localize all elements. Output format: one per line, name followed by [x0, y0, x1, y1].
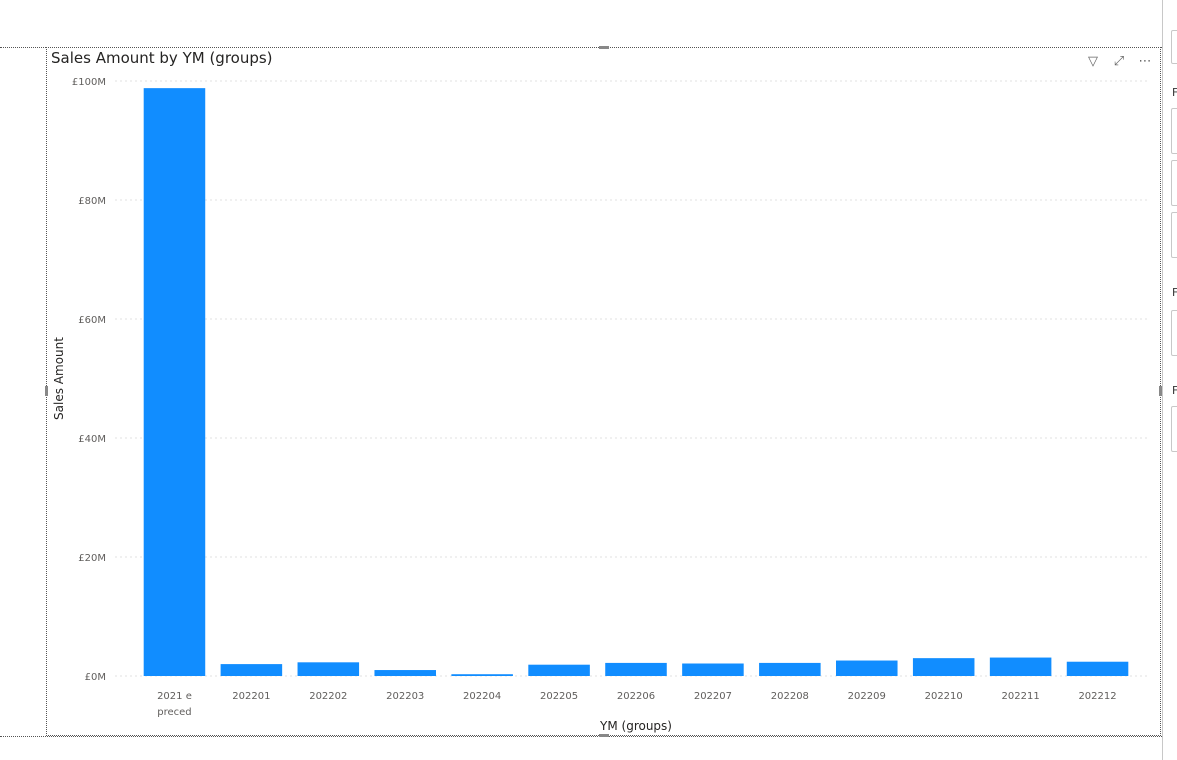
- pane-section-letter: F: [1172, 384, 1177, 397]
- x-tick-label: 202210: [925, 691, 963, 702]
- format-pane-edge: F F F: [1162, 0, 1177, 760]
- y-axis-ticks: £0M £20M £40M £60M £80M £100M: [72, 77, 106, 683]
- pane-field-box[interactable]: [1171, 406, 1177, 452]
- y-tick-label: £0M: [85, 672, 106, 683]
- y-tick-label: £40M: [78, 434, 106, 445]
- x-tick-label: 202207: [694, 691, 732, 702]
- bar[interactable]: [220, 664, 283, 676]
- x-tick-label: 202201: [232, 691, 270, 702]
- pane-field-box[interactable]: [1171, 310, 1177, 356]
- grid-lines: [115, 80, 1147, 677]
- y-tick-label: £20M: [78, 553, 106, 564]
- x-tick-label: 202208: [771, 691, 809, 702]
- x-tick-label: 202203: [386, 691, 424, 702]
- x-tick-label: 202209: [848, 691, 886, 702]
- chart-plot: £0M£20M£40M£60M£80M£100M 2021 epreced202…: [52, 77, 1147, 733]
- bars: [143, 88, 1129, 676]
- bar[interactable]: [989, 657, 1052, 676]
- canvas-guide-bottom: [0, 736, 1162, 737]
- x-tick-label: 2021 e: [157, 691, 192, 702]
- bar[interactable]: [759, 662, 821, 676]
- x-axis-title: YM (groups): [599, 719, 672, 733]
- y-tick-label: £80M: [78, 196, 106, 207]
- x-tick-label: 202206: [617, 691, 655, 702]
- x-tick-label: 202205: [540, 691, 578, 702]
- bar[interactable]: [143, 88, 206, 676]
- x-tick-label: 202202: [309, 691, 347, 702]
- x-tick-label: preced: [157, 707, 191, 718]
- bar[interactable]: [528, 664, 590, 676]
- report-canvas: Sales Amount by YM (groups) ▽ ⤢ ⋯ £0M £20…: [0, 0, 1177, 760]
- pane-field-box[interactable]: [1171, 212, 1177, 258]
- y-tick-label: £100M: [72, 77, 106, 88]
- pane-field-box[interactable]: [1171, 30, 1177, 64]
- bar[interactable]: [297, 662, 360, 676]
- y-axis-title: Sales Amount: [52, 337, 66, 420]
- y-tick-label: £60M: [78, 315, 106, 326]
- bar-chart-visual[interactable]: Sales Amount by YM (groups) ▽ ⤢ ⋯ £0M £20…: [45, 46, 1162, 737]
- bar[interactable]: [912, 658, 975, 676]
- bar[interactable]: [1066, 661, 1129, 676]
- x-tick-label: 202211: [1002, 691, 1040, 702]
- pane-section-letter: F: [1172, 86, 1177, 99]
- bar[interactable]: [605, 662, 667, 676]
- pane-field-box[interactable]: [1171, 108, 1177, 154]
- x-tick-label: 202204: [463, 691, 501, 702]
- bar[interactable]: [451, 674, 513, 676]
- bar[interactable]: [836, 660, 898, 676]
- x-axis-ticks: 2021 e preced 202201 202202 202203 202204 2022…: [157, 691, 1117, 718]
- bar[interactable]: [374, 670, 436, 676]
- x-tick-label: 202212: [1078, 691, 1116, 702]
- bar[interactable]: [682, 663, 744, 676]
- pane-section-letter: F: [1172, 286, 1177, 299]
- pane-field-box[interactable]: [1171, 160, 1177, 206]
